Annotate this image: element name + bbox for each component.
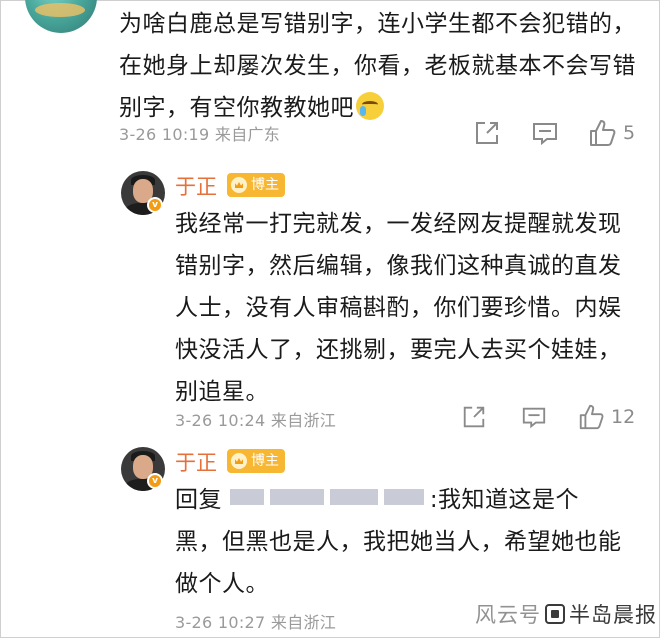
verified-badge-icon: v (147, 473, 163, 489)
crown-icon (231, 453, 247, 469)
watermark: 风云号 半岛晨报 (475, 599, 657, 629)
reply-body: 黑，但黑也是人，我把她当人，希望她也能做个人。 (175, 529, 622, 597)
like-icon[interactable] (577, 403, 605, 431)
crying-laughing-emoji-icon (356, 92, 384, 120)
commenter-avatar[interactable] (25, 0, 97, 33)
comment-timestamp: 3-26 10:19 来自广东 (119, 125, 281, 144)
crown-icon (231, 177, 247, 193)
reply-timestamp: 3-26 10:24 来自浙江 (175, 411, 337, 430)
like-icon[interactable] (587, 118, 617, 148)
reply-timestamp: 3-26 10:27 来自浙江 (175, 613, 337, 632)
comment-icon[interactable] (521, 404, 547, 430)
reply-suffix: :我知道这是个 (429, 487, 580, 513)
reply-text: 回复 :我知道这是个 黑，但黑也是人，我把她当人，希望她也能做个人。 (175, 479, 637, 605)
newspaper-logo-icon (545, 604, 565, 624)
like-count: 5 (623, 122, 636, 144)
like-count: 12 (611, 406, 636, 428)
reply-username[interactable]: 于正 (175, 447, 217, 477)
share-icon[interactable] (473, 119, 501, 147)
reply-actions: 12 (461, 403, 635, 431)
reply-prefix: 回复 (175, 487, 222, 513)
comment-actions: 5 (473, 118, 635, 148)
reply-username[interactable]: 于正 (175, 171, 217, 201)
redacted-name (229, 489, 264, 505)
reply-text: 我经常一打完就发，一发经网友提醒就发现错别字，然后编辑，像我们这种真诚的直发人士… (175, 211, 622, 405)
comment-text: 为啥白鹿总是写错别字，连小学生都不会犯错的，在她身上却屡次发生，你看，老板就基本… (119, 3, 639, 129)
author-badge: 博主 (227, 449, 285, 473)
watermark-prefix: 风云号 (475, 603, 541, 627)
share-icon[interactable] (461, 404, 487, 430)
watermark-name: 半岛晨报 (569, 603, 657, 627)
verified-badge-icon: v (147, 197, 163, 213)
comment-icon[interactable] (531, 119, 559, 147)
author-badge: 博主 (227, 173, 285, 197)
